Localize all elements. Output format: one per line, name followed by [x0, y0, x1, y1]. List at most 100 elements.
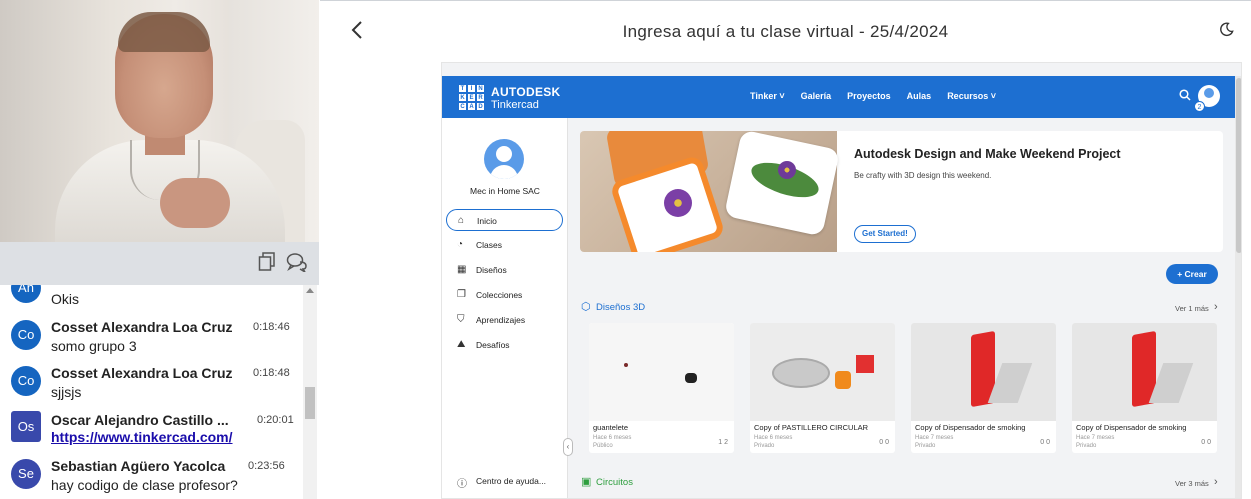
card-meta: Hace 7 meses Privado: [1076, 435, 1115, 449]
sidebar-item-colecciones[interactable]: ❐ Colecciones: [446, 284, 563, 306]
card-stats: 1 2: [718, 439, 728, 446]
graduation-cap-icon: ⛉: [457, 314, 465, 325]
hero-title: Autodesk Design and Make Weekend Project: [854, 147, 1121, 161]
help-label: Centro de ayuda...: [476, 476, 546, 486]
sender-name: Sebastian Agüero Yacolca: [51, 458, 226, 474]
video-toolbar: [0, 242, 319, 285]
avatar: Co: [11, 366, 41, 396]
design-card[interactable]: Copy of Dispensador de smoking Hace 7 me…: [911, 323, 1056, 453]
nav-galeria[interactable]: Galería: [801, 91, 832, 101]
card-stats: 0 0: [879, 439, 889, 446]
sidebar-item-disenos[interactable]: ▦ Diseños: [446, 259, 563, 281]
design-card[interactable]: Copy of Dispensador de smoking Hace 7 me…: [1072, 323, 1217, 453]
sender-name: Cosset Alexandra Loa Cruz: [51, 319, 233, 335]
message-time: 0:18:46: [253, 321, 290, 333]
help-icon: ⓘ: [457, 479, 467, 490]
sender-name: Cosset Alexandra Loa Cruz: [51, 365, 233, 381]
message-text: somo grupo 3: [51, 338, 137, 354]
copy-icon[interactable]: [256, 252, 278, 274]
card-stats: 0 0: [1040, 439, 1050, 446]
chat-link[interactable]: https://www.tinkercad.com/: [51, 429, 233, 445]
sidebar-item-clases[interactable]: ◔ Clases: [446, 234, 563, 256]
search-icon[interactable]: [1179, 89, 1191, 104]
section-circuits-title: Circuitos: [596, 477, 633, 488]
help-center-link[interactable]: ⓘ Centro de ayuda...: [446, 476, 546, 490]
apple-icon: ◔: [457, 239, 464, 250]
collapse-sidebar-button[interactable]: ‹: [563, 438, 573, 456]
grid-icon: ▦: [457, 264, 467, 275]
circuit-icon: ▣: [581, 476, 592, 488]
chevron-right-icon[interactable]: ›: [1214, 476, 1218, 488]
chat-list: An Okis Co Cosset Alexandra Loa Cruz 0:1…: [0, 285, 319, 499]
design-thumbnail: [1072, 323, 1217, 421]
design-card[interactable]: guantelete Hace 6 meses Público 1 2: [589, 323, 734, 453]
card-meta: Hace 7 meses Privado: [915, 435, 954, 449]
message-text: sjjsjs: [51, 384, 82, 400]
card-title: Copy of Dispensador de smoking: [915, 423, 1026, 432]
message-text: https://www.tinkercad.com/: [51, 429, 233, 445]
see-more-3d[interactable]: Ver 1 más: [1175, 304, 1209, 313]
tinkercad-logo[interactable]: TIN KER CAD: [458, 84, 485, 111]
sidebar-item-inicio[interactable]: ⌂ Inicio: [446, 209, 563, 231]
chevron-right-icon[interactable]: ›: [1214, 301, 1218, 313]
avatar: An: [11, 285, 41, 303]
video-feed: [0, 0, 319, 242]
crear-button[interactable]: + Crear: [1166, 264, 1218, 284]
notification-badge: 2: [1194, 101, 1205, 112]
sidebar-item-aprendizajes[interactable]: ⛉ Aprendizajes: [446, 309, 563, 331]
design-thumbnail: [589, 323, 734, 421]
card-meta: Hace 6 meses Privado: [754, 435, 793, 449]
brand-autodesk: AUTODESK: [491, 85, 561, 99]
card-stats: 0 0: [1201, 439, 1211, 446]
page-title: Ingresa aquí a tu clase virtual - 25/4/2…: [622, 22, 949, 41]
nav-aulas[interactable]: Aulas: [907, 91, 932, 101]
design-card[interactable]: Copy of PASTILLERO CIRCULAR Hace 6 meses…: [750, 323, 895, 453]
hero-banner: Autodesk Design and Make Weekend Project…: [580, 131, 1223, 252]
section-3d-title: Diseños 3D: [596, 302, 646, 313]
profile-name: Mec in Home SAC: [470, 186, 540, 196]
sidebar-item-label: Clases: [476, 240, 502, 250]
challenge-icon: ⛰: [457, 339, 466, 350]
message-text: Okis: [51, 291, 79, 307]
nav-proyectos[interactable]: Proyectos: [847, 91, 891, 101]
chat-bubbles-icon[interactable]: [286, 252, 308, 274]
design-thumbnail: [750, 323, 895, 421]
scroll-up-icon[interactable]: [306, 288, 314, 293]
card-meta: Hace 6 meses Público: [593, 435, 632, 449]
message-time: 0:20:01: [257, 414, 294, 426]
sidebar-item-label: Diseños: [476, 265, 507, 275]
tinkercad-sidebar: Mec in Home SAC ⌂ Inicio ◔ Clases ▦ Dise…: [442, 118, 568, 498]
nav-recursos[interactable]: Recursos ˅: [947, 91, 996, 101]
message-text: hay codigo de clase profesor?: [51, 477, 238, 493]
main-panel: Ingresa aquí a tu clase virtual - 25/4/2…: [320, 0, 1251, 499]
nav-tinker[interactable]: Tinker ˅: [750, 91, 785, 101]
sidebar-item-desafios[interactable]: ⛰ Desafíos: [446, 334, 563, 356]
sidebar-item-label: Desafíos: [476, 340, 510, 350]
left-panel: An Okis Co Cosset Alexandra Loa Cruz 0:1…: [0, 0, 319, 499]
avatar: Se: [11, 459, 41, 489]
sidebar-item-label: Inicio: [477, 216, 497, 226]
avatar: Os: [11, 411, 41, 442]
see-more-circuits[interactable]: Ver 3 más: [1175, 479, 1209, 488]
collections-icon: ❐: [457, 289, 466, 300]
chat-scrollbar[interactable]: [303, 285, 317, 499]
dark-mode-icon[interactable]: [1219, 22, 1235, 38]
message-time: 0:23:56: [248, 460, 285, 472]
scroll-thumb[interactable]: [305, 387, 315, 419]
avatar: Co: [11, 320, 41, 350]
shared-screen: TIN KER CAD AUTODESK Tinkercad Tinker ˅ …: [441, 62, 1242, 499]
sidebar-item-label: Colecciones: [476, 290, 523, 300]
card-title: guantelete: [593, 423, 629, 432]
get-started-button[interactable]: Get Started!: [854, 225, 916, 243]
sender-name: Oscar Alejandro Castillo ...: [51, 412, 229, 428]
profile-avatar[interactable]: [484, 139, 524, 179]
tinkercad-navbar: TIN KER CAD AUTODESK Tinkercad Tinker ˅ …: [442, 76, 1235, 118]
card-title: Copy of Dispensador de smoking: [1076, 423, 1187, 432]
home-icon: ⌂: [458, 215, 465, 226]
tinkercad-scrollbar[interactable]: [1235, 76, 1241, 498]
hero-subtitle: Be crafty with 3D design this weekend.: [854, 171, 992, 180]
sidebar-item-label: Aprendizajes: [476, 315, 526, 325]
design-thumbnail: [911, 323, 1056, 421]
message-time: 0:18:48: [253, 367, 290, 379]
card-title: Copy of PASTILLERO CIRCULAR: [754, 423, 869, 432]
